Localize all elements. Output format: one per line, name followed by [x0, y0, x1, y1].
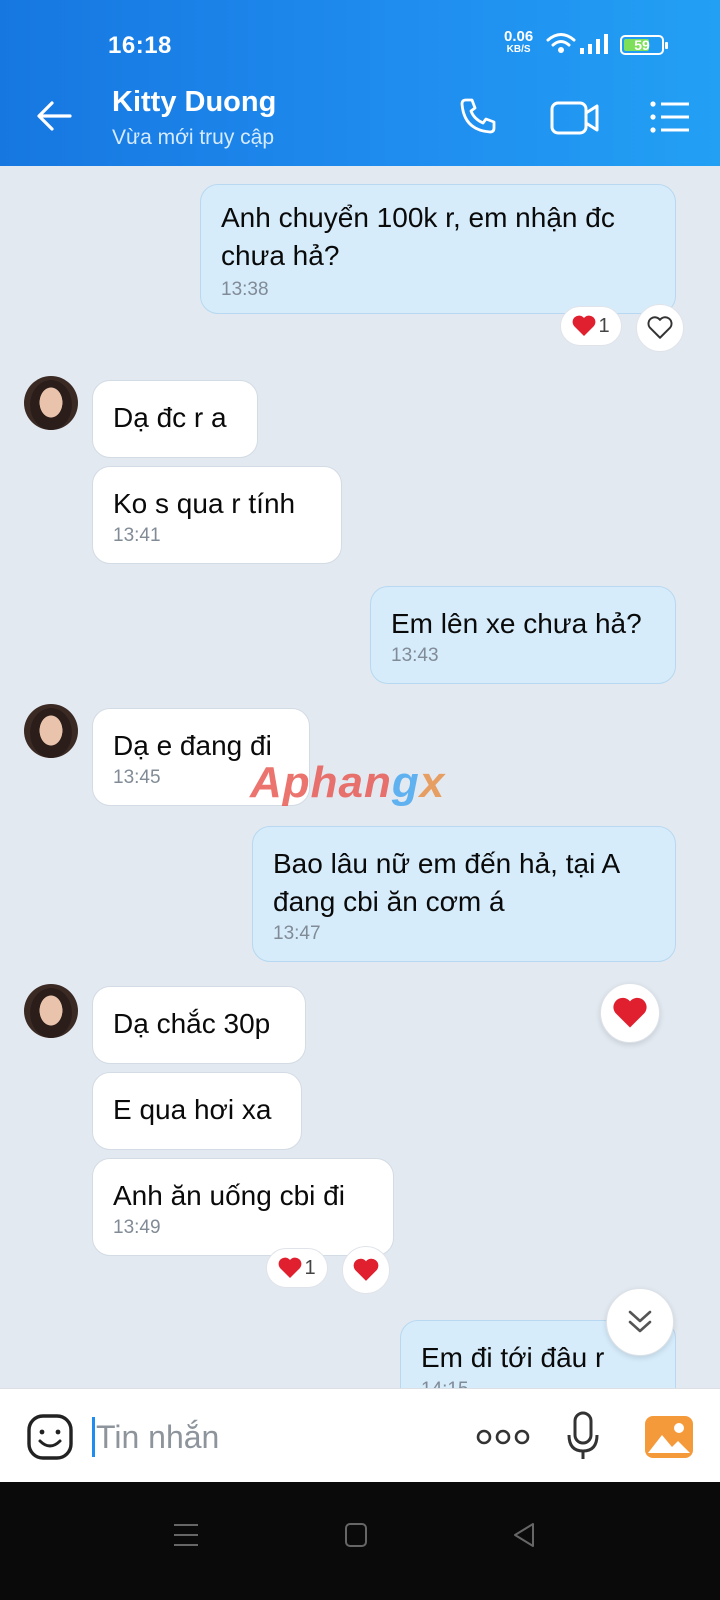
- home-icon[interactable]: [344, 1522, 368, 1548]
- scroll-to-bottom-button[interactable]: [606, 1288, 674, 1356]
- message-text: E qua hơi xa: [113, 1094, 272, 1125]
- message-bubble-incoming[interactable]: Anh ăn uống cbi đi 13:49: [92, 1158, 394, 1256]
- heart-icon: [573, 315, 596, 336]
- watermark-logo: Aphangx: [250, 758, 446, 807]
- message-text-line: Bao lâu nữ em đến hả, tại A: [273, 848, 621, 879]
- more-options-icon[interactable]: [476, 1429, 530, 1445]
- message-bubble-incoming[interactable]: Ko s qua r tính 13:41: [92, 466, 342, 564]
- sticker-emoji-icon[interactable]: [26, 1413, 74, 1461]
- double-chevron-down-icon: [628, 1310, 652, 1333]
- message-bubble-incoming[interactable]: Dạ đc r a: [92, 380, 258, 458]
- reaction-count: 1: [304, 1256, 316, 1279]
- message-time: 13:41: [113, 525, 161, 546]
- message-text-line: chưa hả?: [221, 240, 340, 271]
- message-text: Anh ăn uống cbi đi: [113, 1180, 345, 1211]
- battery-level: 59: [634, 37, 650, 53]
- microphone-icon[interactable]: [566, 1411, 600, 1461]
- signal-icon: [580, 34, 608, 54]
- contact-avatar[interactable]: [24, 984, 78, 1038]
- react-button[interactable]: [342, 1246, 390, 1294]
- back-triangle-icon[interactable]: [512, 1522, 536, 1548]
- reaction-count: 1: [598, 314, 610, 337]
- status-bar: 16:18 0.06 KB/S 59: [0, 0, 720, 70]
- back-arrow-icon[interactable]: [36, 100, 72, 132]
- wifi-icon: [546, 33, 576, 53]
- message-time: 13:43: [391, 645, 439, 666]
- recent-apps-icon[interactable]: [174, 1522, 198, 1548]
- image-gallery-icon[interactable]: [644, 1415, 694, 1459]
- message-text-line: Anh chuyển 100k r, em nhận đc: [221, 202, 615, 233]
- menu-list-icon[interactable]: [650, 100, 690, 134]
- message-text: Dạ đc r a: [113, 402, 227, 433]
- video-call-icon[interactable]: [550, 100, 600, 136]
- message-bubble-incoming[interactable]: E qua hơi xa: [92, 1072, 302, 1150]
- heart-outline-icon: [647, 316, 673, 339]
- chat-header: Kitty Duong Vừa mới truy cập: [0, 70, 720, 166]
- message-text-line: đang cbi ăn cơm á: [273, 886, 505, 917]
- network-speed-unit: KB/S: [506, 44, 531, 55]
- message-time: 13:38: [221, 279, 269, 300]
- reaction-count-badge[interactable]: 1: [266, 1248, 328, 1288]
- battery-icon: 59: [620, 35, 668, 55]
- message-bubble-outgoing[interactable]: Bao lâu nữ em đến hả, tại A đang cbi ăn …: [252, 826, 676, 962]
- contact-avatar[interactable]: [24, 704, 78, 758]
- heart-icon: [279, 1257, 302, 1278]
- contact-status: Vừa mới truy cập: [112, 126, 275, 149]
- message-bubble-outgoing[interactable]: Em lên xe chưa hả? 13:43: [370, 586, 676, 684]
- message-bubble-incoming[interactable]: Dạ chắc 30p: [92, 986, 306, 1064]
- reaction-count-badge[interactable]: 1: [560, 306, 622, 346]
- network-speed: 0.06 KB/S: [504, 29, 533, 56]
- message-bubble-outgoing[interactable]: Anh chuyển 100k r, em nhận đc chưa hả? 1…: [200, 184, 676, 314]
- quick-heart-reaction-button[interactable]: [600, 983, 660, 1043]
- contact-avatar[interactable]: [24, 376, 78, 430]
- message-input[interactable]: [96, 1417, 426, 1457]
- text-cursor: [92, 1417, 95, 1457]
- message-text: Dạ chắc 30p: [113, 1008, 271, 1039]
- message-text: Ko s qua r tính: [113, 488, 296, 519]
- contact-name[interactable]: Kitty Duong: [112, 86, 276, 119]
- message-input-bar: [0, 1388, 720, 1482]
- system-navigation-bar: [0, 1482, 720, 1600]
- react-button[interactable]: [636, 304, 684, 352]
- message-text: Em lên xe chưa hả?: [391, 608, 642, 639]
- phone-icon[interactable]: [458, 96, 498, 136]
- status-time: 16:18: [108, 32, 172, 59]
- message-time: 13:47: [273, 923, 321, 944]
- heart-icon: [613, 997, 647, 1028]
- heart-icon: [353, 1258, 379, 1281]
- message-time: 13:49: [113, 1217, 161, 1238]
